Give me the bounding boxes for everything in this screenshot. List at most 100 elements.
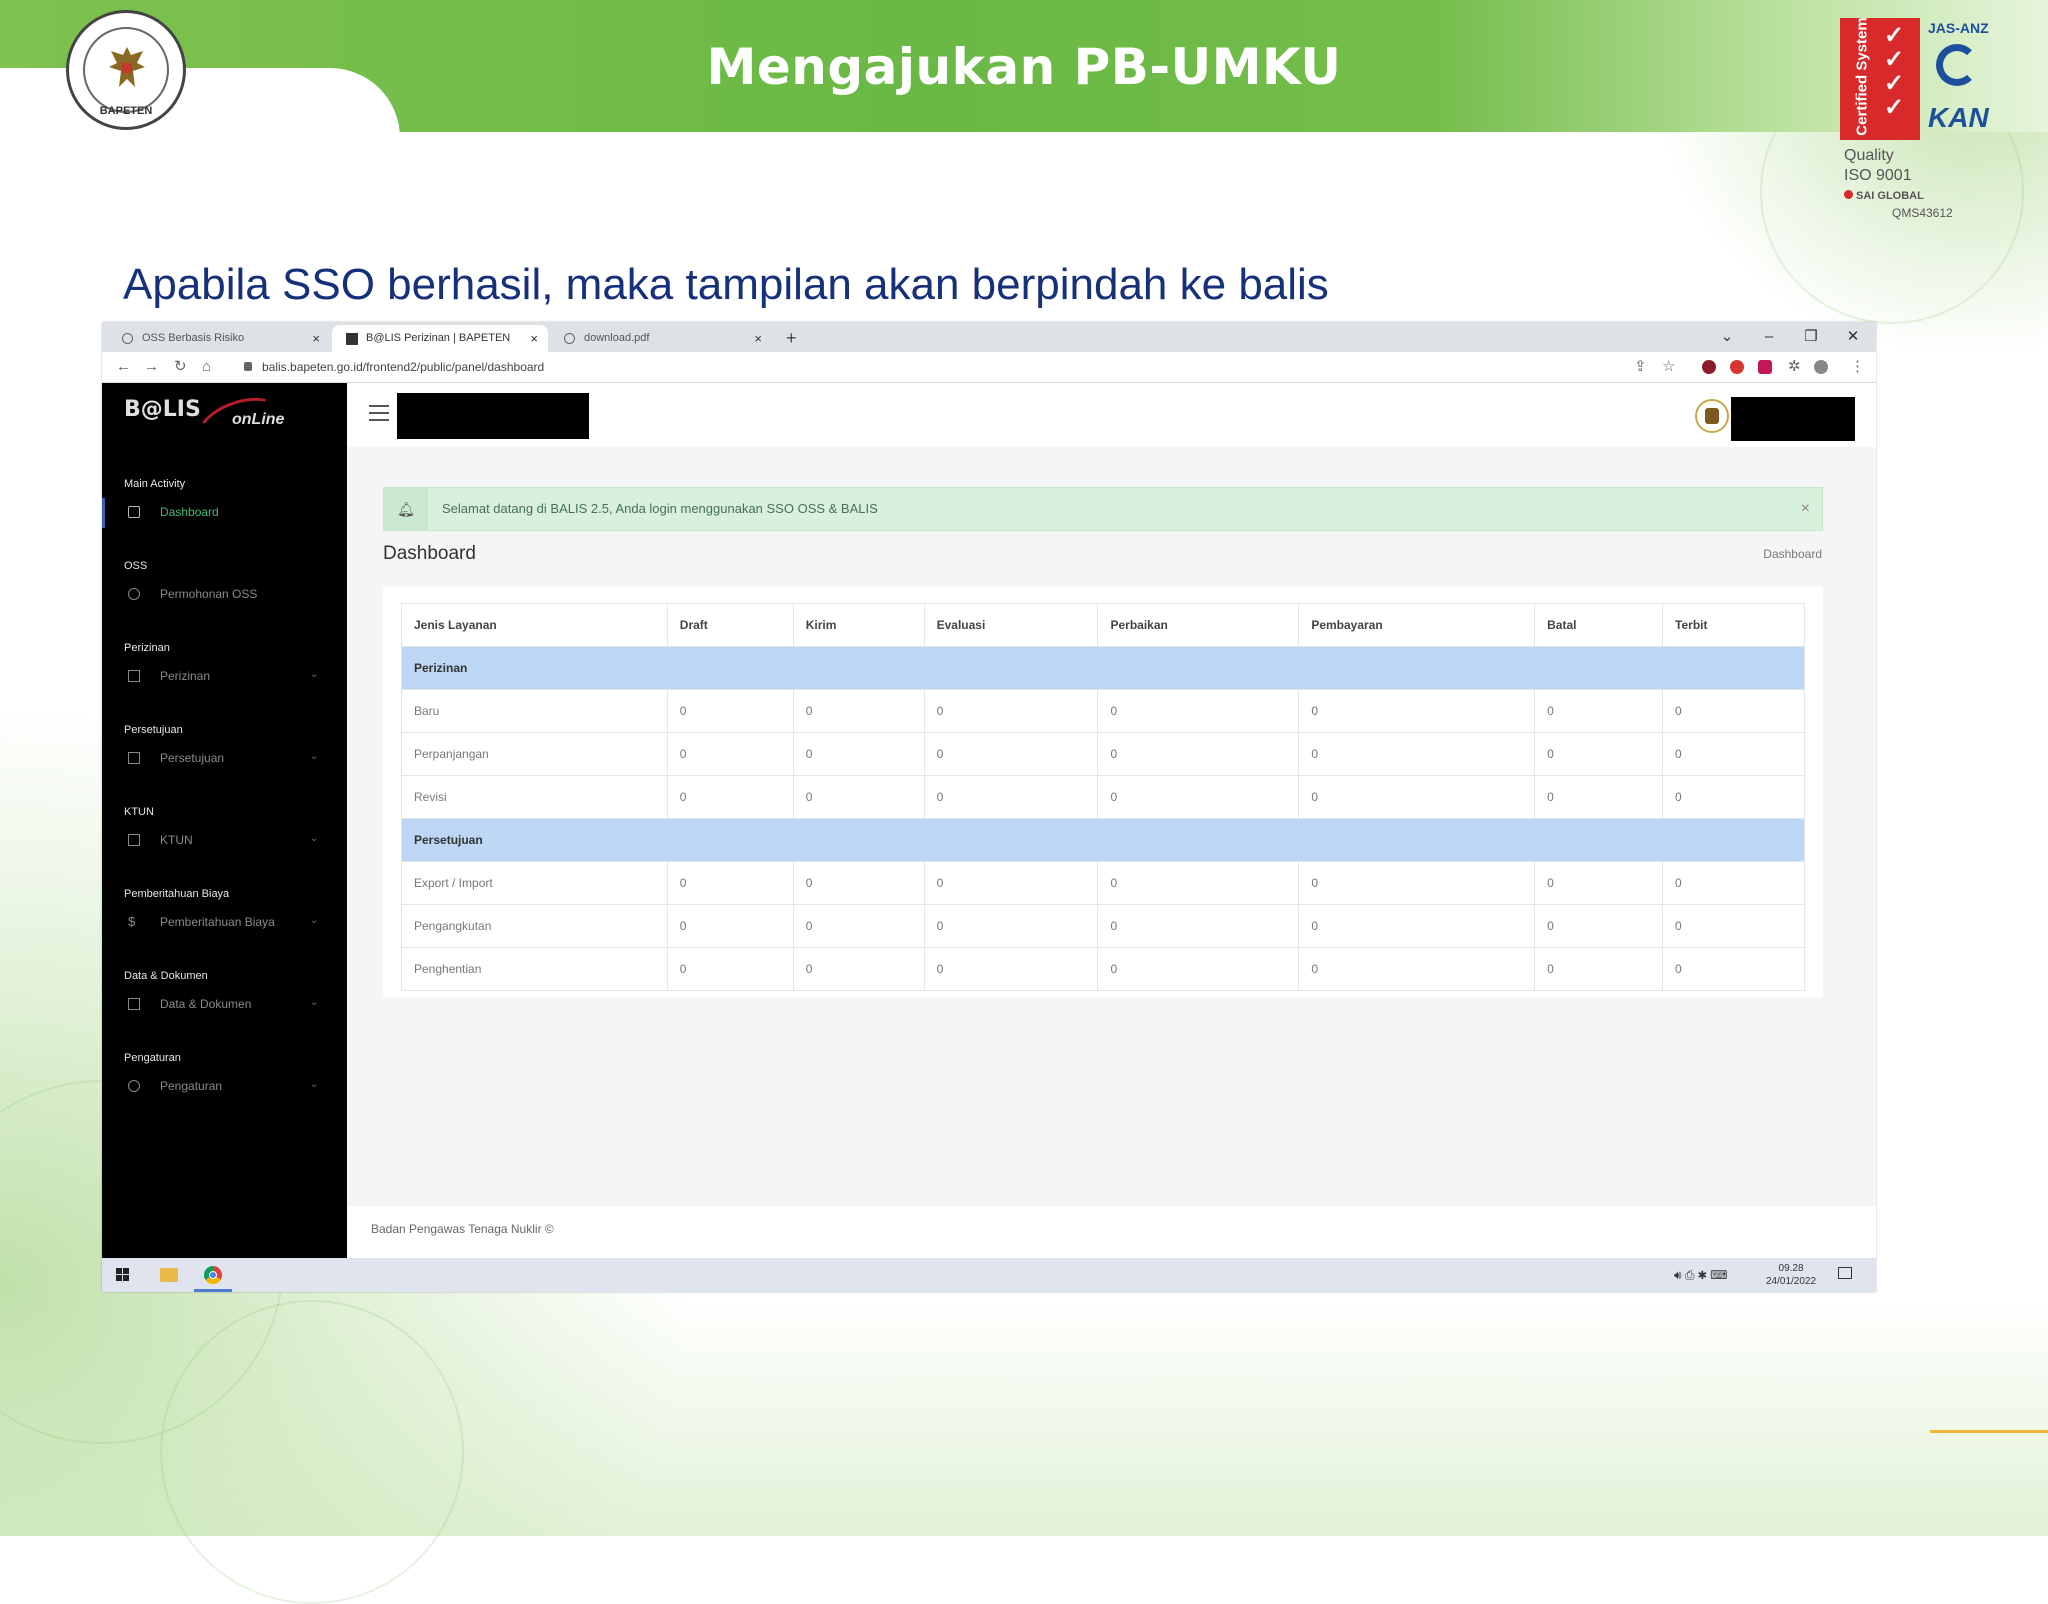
sidebar-item-ktun[interactable]: KTUN ⌄ (102, 826, 347, 856)
extension-icon[interactable] (1758, 360, 1772, 374)
footer-text: Badan Pengawas Tenaga Nuklir © (371, 1222, 554, 1236)
windows-start-icon[interactable] (116, 1268, 130, 1282)
share-icon[interactable]: ⇪ (1634, 352, 1647, 382)
table-cell: 0 (923, 775, 1099, 819)
hamburger-menu-icon[interactable] (369, 405, 389, 426)
clock[interactable]: 09.28 24/01/2022 (1766, 1262, 1816, 1288)
window-close-button[interactable]: ✕ (1838, 322, 1868, 352)
alert-close-button[interactable]: × (1801, 488, 1810, 530)
table-cell: 0 (666, 861, 794, 905)
star-icon[interactable]: ☆ (1662, 352, 1675, 382)
column-header: Perbaikan (1097, 603, 1300, 647)
table-cell: 0 (1298, 732, 1536, 776)
cert-iso: ISO 9001 (1844, 167, 1912, 184)
table-cell: 0 (1097, 775, 1300, 819)
welcome-alert: 🔔︎ Selamat datang di BALIS 2.5, Anda log… (383, 487, 1823, 531)
url-field[interactable]: balis.bapeten.go.id/frontend2/public/pan… (262, 352, 544, 382)
table-cell: 0 (923, 732, 1099, 776)
column-header: Draft (666, 603, 794, 647)
checkmarks-icon: ✓ ✓ ✓ ✓ (1884, 22, 1905, 121)
extension-icon[interactable] (1730, 360, 1744, 374)
sidebar-item-dashboard[interactable]: Dashboard (102, 498, 347, 528)
sidebar-item-pengaturan[interactable]: Pengaturan ⌄ (102, 1072, 347, 1102)
active-app-indicator (194, 1289, 232, 1292)
garuda-icon (109, 47, 145, 87)
sidebar-item-data-dokumen[interactable]: Data & Dokumen ⌄ (102, 990, 347, 1020)
tab-balis[interactable]: B@LIS Perizinan | BAPETEN × (332, 325, 548, 352)
avatar[interactable] (1695, 399, 1729, 433)
sidebar-item-perizinan[interactable]: Perizinan ⌄ (102, 662, 347, 692)
extension-icon[interactable] (1702, 360, 1716, 374)
card-icon (128, 834, 140, 846)
table-cell: 0 (1298, 904, 1536, 948)
file-explorer-icon[interactable] (160, 1268, 178, 1282)
sidebar-item-label: Perizinan (160, 669, 211, 683)
breadcrumb[interactable]: Dashboard (1763, 547, 1822, 561)
cert-qms: QMS43612 (1892, 206, 1953, 220)
sidebar-section: Persetujuan (124, 724, 183, 736)
table-cell: 0 (792, 775, 925, 819)
table-cell: 0 (923, 904, 1099, 948)
chevron-down-icon: ⌄ (310, 997, 319, 1008)
tab-label: OSS Berbasis Risiko (142, 332, 245, 344)
reload-icon[interactable]: ↻ (174, 352, 187, 382)
close-icon[interactable]: × (754, 325, 762, 352)
chevron-down-icon: ⌄ (310, 669, 319, 680)
cert-red-block: Certified System ✓ ✓ ✓ ✓ (1840, 17, 1920, 140)
chrome-icon[interactable] (204, 1266, 222, 1284)
page-title: Dashboard (383, 543, 476, 564)
system-tray-icons[interactable]: 🔊︎ ⎙ ✱ ⌨︎ (1674, 1268, 1727, 1283)
table-group-row: Perizinan (401, 646, 1805, 690)
home-icon[interactable]: ⌂ (202, 352, 211, 382)
table-cell: 0 (1097, 947, 1300, 991)
chevron-down-icon: ⌄ (310, 915, 319, 926)
certification-badge: Certified System ✓ ✓ ✓ ✓ JAS-ANZ KAN Qualit… (1840, 17, 2040, 228)
sidebar-section: KTUN (124, 806, 154, 818)
table-cell: 0 (1534, 689, 1664, 733)
browser-screenshot: OSS Berbasis Risiko × B@LIS Perizinan | … (102, 322, 1876, 1292)
sidebar-item-label: Permohonan OSS (160, 587, 258, 601)
back-icon[interactable]: ← (116, 352, 131, 382)
table-cell: 0 (1298, 775, 1536, 819)
column-header: Batal (1534, 603, 1664, 647)
chevron-down-icon[interactable]: ⌄ (1712, 322, 1742, 352)
table-cell: 0 (1298, 861, 1536, 905)
table-cell: 0 (1534, 775, 1664, 819)
sidebar-item-pemberitahuan-biaya[interactable]: $ Pemberitahuan Biaya ⌄ (102, 908, 347, 938)
forward-icon[interactable]: → (144, 352, 159, 382)
top-navbar (347, 383, 1876, 447)
menu-dots-icon[interactable]: ⋮ (1850, 352, 1865, 382)
table-cell: 0 (792, 861, 925, 905)
sidebar-section: Pengaturan (124, 1052, 181, 1064)
sidebar-item-permohonan-oss[interactable]: Permohonan OSS (102, 580, 347, 610)
table-cell: 0 (1097, 904, 1300, 948)
slide-header: Mengajukan PB-UMKU (0, 0, 2048, 138)
table-row: Perpanjangan 0 0 0 0 0 0 0 (401, 732, 1805, 776)
gear-icon (128, 1080, 140, 1092)
globe-icon (564, 333, 575, 344)
table-cell: 0 (1298, 689, 1536, 733)
cert-quality: Quality ISO 9001 (1844, 146, 1912, 186)
cert-org: JAS-ANZ (1928, 20, 1989, 36)
close-icon[interactable]: × (312, 325, 320, 352)
minimize-button[interactable]: – (1754, 322, 1784, 352)
table-header-row: Jenis Layanan Draft Kirim Evaluasi Perba… (401, 603, 1805, 647)
tab-oss[interactable]: OSS Berbasis Risiko × (108, 325, 330, 352)
row-label: Pengangkutan (401, 904, 668, 948)
profile-icon[interactable] (1814, 360, 1828, 374)
new-tab-button[interactable]: + (786, 325, 797, 352)
table-group-row: Persetujuan (401, 818, 1805, 862)
emblem-icon (1705, 408, 1719, 424)
restore-button[interactable]: ❐ (1796, 322, 1826, 352)
decorative-circle (160, 1300, 464, 1604)
dollar-icon: $ (128, 914, 136, 929)
puzzle-icon[interactable]: ✲ (1788, 352, 1801, 382)
table-cell: 0 (1534, 732, 1664, 776)
close-icon[interactable]: × (530, 325, 538, 352)
tab-download[interactable]: download.pdf × (550, 325, 772, 352)
redacted-block (397, 393, 589, 439)
slide-subtitle: Apabila SSO berhasil, maka tampilan akan… (123, 260, 1329, 309)
sidebar-item-persetujuan[interactable]: Persetujuan ⌄ (102, 744, 347, 774)
notification-icon[interactable] (1838, 1267, 1852, 1279)
table-row: Revisi 0 0 0 0 0 0 0 (401, 775, 1805, 819)
